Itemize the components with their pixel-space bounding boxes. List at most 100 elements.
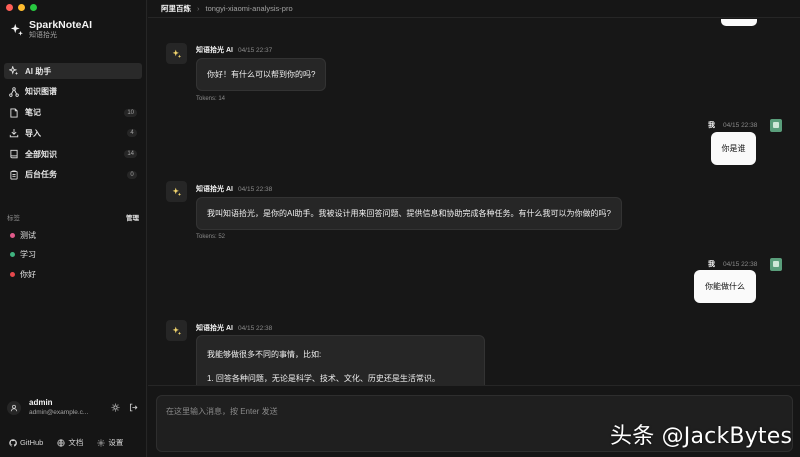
logout-button[interactable] [127,402,139,414]
ai-avatar [166,320,187,341]
message-header: 我 04/15 22:38 [708,120,757,130]
tags-header: 标签 管理 [7,212,139,222]
app-subtitle: 知语拾光 [29,32,57,39]
manage-tags-button[interactable]: 管理 [126,212,139,222]
previous-user-bubble [721,19,757,26]
user-name: admin [29,398,53,407]
zoom-window-button[interactable] [30,4,37,11]
tag-color-dot [10,232,15,238]
sidebar-item-label: 笔记 [25,108,41,118]
sidebar-item-knowledge-graph[interactable]: 知识图谱 [4,84,142,100]
docs-link[interactable]: 文档 [57,437,83,448]
gear-icon [97,439,105,446]
sidebar-item-ai-assistant[interactable]: AI 助手 [4,63,142,79]
sparkles-icon [172,326,181,335]
github-link[interactable]: GitHub [9,437,43,448]
tag-color-dot [10,271,15,277]
github-label: GitHub [20,438,44,447]
import-count-badge: 4 [127,129,137,138]
settings-link[interactable]: 设置 [97,437,123,448]
message-time: 04/15 22:38 [237,325,273,332]
message-header: 知语拾光 AI 04/15 22:38 [196,323,272,333]
import-icon [9,128,19,138]
token-count: Tokens: 14 [196,96,226,102]
sender-name: 知语拾光 AI [196,186,233,193]
book-icon [9,149,19,159]
tag-item[interactable]: 你好 [10,269,36,279]
avatar[interactable] [7,400,21,415]
tag-item[interactable]: 测试 [10,230,36,240]
message-time: 04/15 22:38 [723,261,758,268]
breadcrumb-separator: › [197,4,200,13]
sidebar-item-label: AI 助手 [25,66,52,76]
graph-icon [9,86,19,97]
note-icon [9,108,19,118]
message-time: 04/15 22:38 [237,186,273,193]
sidebar-footer: GitHub 文档 设置 [9,437,123,448]
user-panel: admin admin@example.c... [7,398,139,417]
ai-avatar [166,43,187,64]
github-icon [9,438,17,447]
minimize-window-button[interactable] [18,4,25,11]
tag-label: 测试 [20,230,36,240]
logout-icon [129,403,137,412]
sidebar-item-import[interactable]: 导入 4 [4,125,142,141]
sidebar-item-notes[interactable]: 笔记 10 [4,105,142,121]
tag-label: 学习 [20,250,36,259]
message-header: 我 04/15 22:38 [708,259,757,269]
docs-label: 文档 [68,438,84,447]
user-email: admin@example.c... [29,409,89,416]
user-icon [10,404,18,411]
sender-name: 我 [708,122,715,129]
user-message: 你是谁 [711,132,756,165]
globe-icon [57,438,65,447]
tasks-count-badge: 0 [127,170,137,179]
notes-count-badge: 10 [124,108,137,117]
model-breadcrumb: 阿里百炼 › tongyi-xiaomi-analysis-pro [148,0,800,18]
sidebar-item-label: 全部知识 [25,149,57,159]
sidebar-item-all-knowledge[interactable]: 全部知识 14 [4,146,142,162]
sidebar: SparkNoteAI 知语拾光 AI 助手 知识图谱 笔记 10 导入 4 全… [0,0,147,457]
user-message: 你能做什么 [694,270,756,303]
ai-avatar [166,181,187,202]
tags-title: 标签 [7,215,20,222]
sparkles-icon [10,23,23,36]
assistant-message: 你好！有什么可以帮到你的吗? [196,58,327,91]
provider-name[interactable]: 阿里百炼 [161,3,191,14]
watermark: 头条 @JackBytes [610,424,793,449]
settings-label: 设置 [108,438,124,447]
tag-label: 你好 [20,269,36,279]
sparkles-icon [172,187,181,196]
tag-item[interactable]: 学习 [10,250,36,260]
sidebar-item-label: 后台任务 [25,170,57,180]
message-time: 04/15 22:37 [237,47,273,54]
sender-name: 知语拾光 AI [196,325,233,332]
message-line: 1. 回答各种问题，无论是科学、技术、文化、历史还是生活常识。 [207,374,440,383]
theme-toggle-button[interactable] [109,402,121,414]
sun-icon [111,403,119,412]
message-line: 我能够做很多不同的事情，比如: [207,350,322,359]
sidebar-item-label: 知识图谱 [25,87,57,97]
close-window-button[interactable] [6,4,13,11]
sidebar-item-background-tasks[interactable]: 后台任务 0 [4,167,142,183]
tag-color-dot [10,252,15,257]
knowledge-count-badge: 14 [124,150,137,159]
app-name: SparkNoteAI [29,19,93,31]
sidebar-item-label: 导入 [25,128,41,138]
sparkles-icon [172,49,181,58]
clipboard-icon [9,170,19,180]
sidebar-nav: AI 助手 知识图谱 笔记 10 导入 4 全部知识 14 后台任务 0 [4,63,142,188]
sender-name: 我 [708,261,715,268]
tag-list: 测试 学习 你好 [10,230,36,289]
window-controls [6,4,37,11]
user-avatar [770,119,782,132]
user-avatar [770,258,782,271]
chat-messages[interactable]: 知语拾光 AI 04/15 22:37 你好！有什么可以帮到你的吗? Token… [148,19,800,384]
message-time: 04/15 22:38 [723,122,758,129]
brand: SparkNoteAI 知语拾光 [10,20,92,40]
message-header: 知语拾光 AI 04/15 22:38 [196,184,272,194]
message-header: 知语拾光 AI 04/15 22:37 [196,45,272,55]
token-count: Tokens: 52 [196,234,226,240]
model-name[interactable]: tongyi-xiaomi-analysis-pro [206,4,293,13]
assistant-message: 我叫知语拾光，是你的AI助手。我被设计用来回答问题、提供信息和协助完成各种任务。… [196,197,623,230]
